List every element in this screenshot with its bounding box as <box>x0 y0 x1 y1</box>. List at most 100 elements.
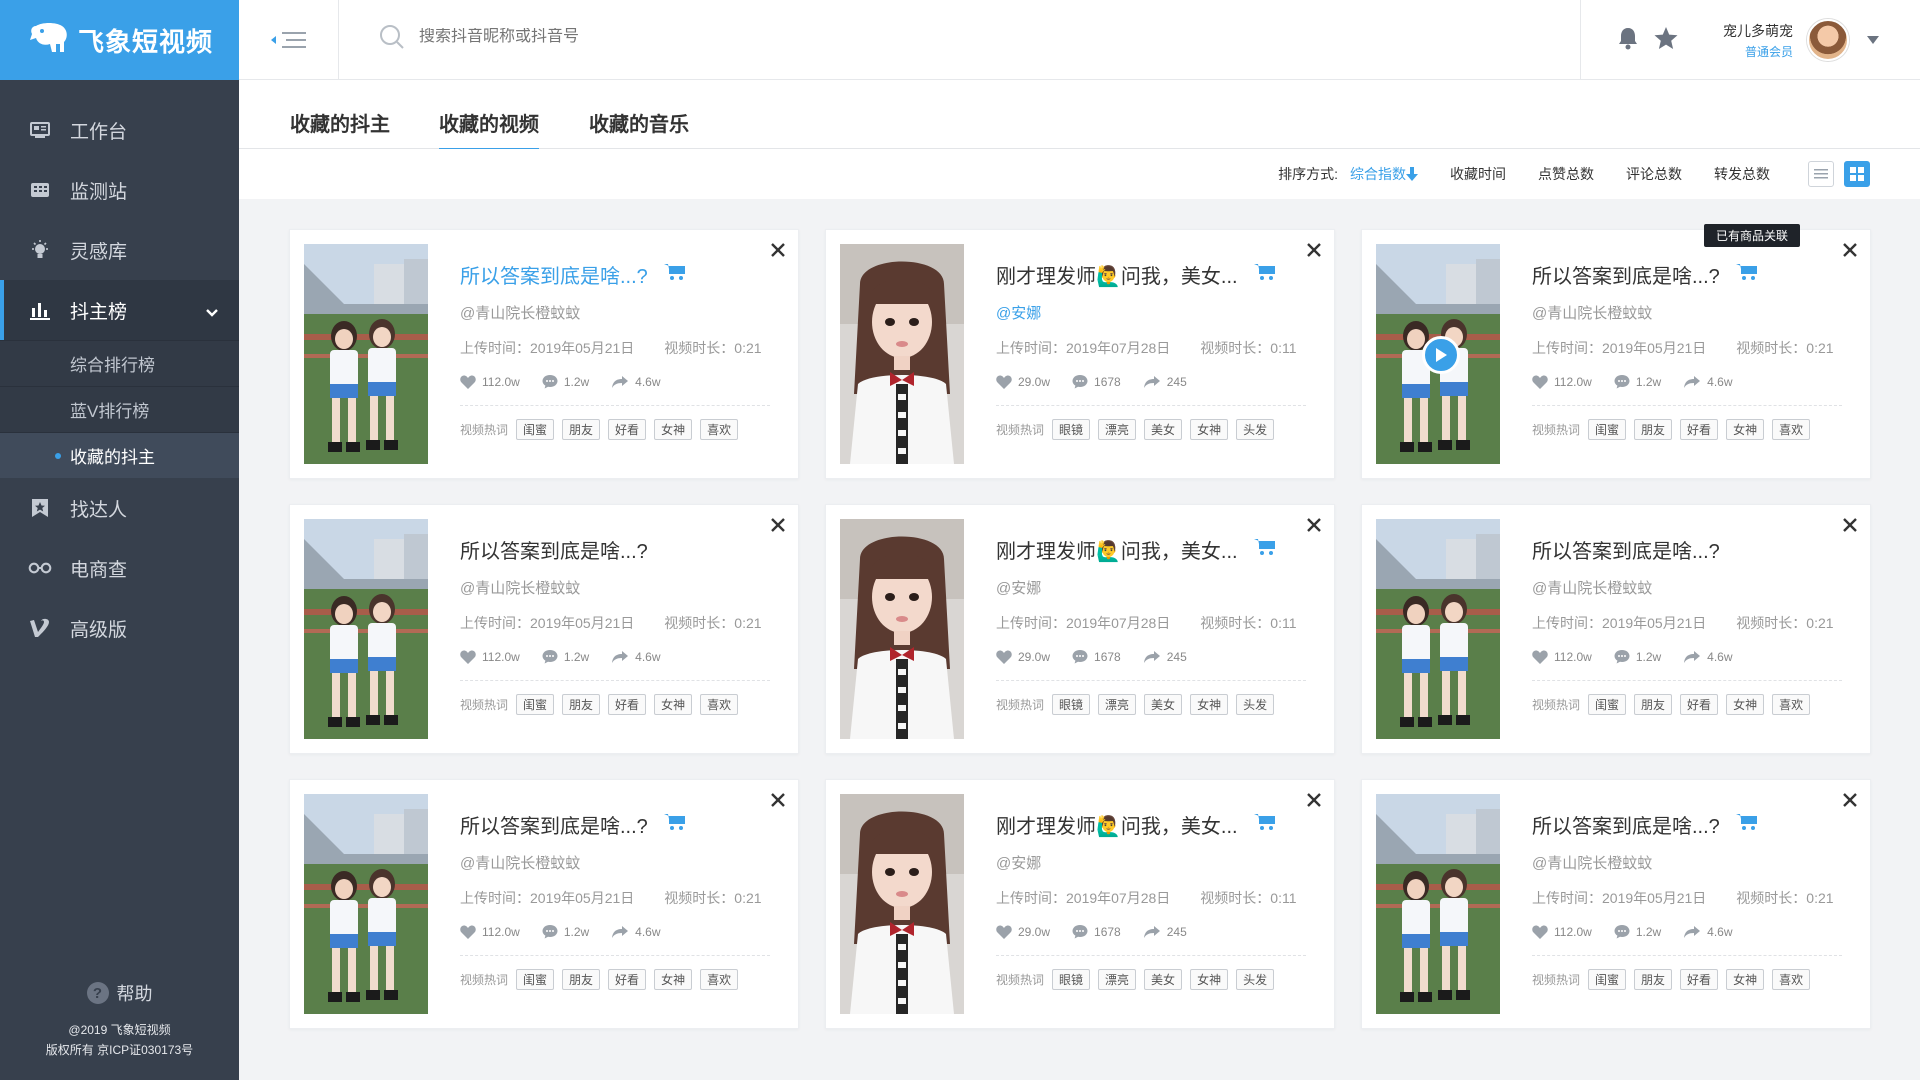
hot-word-tag[interactable]: 女神 <box>1190 969 1229 990</box>
grid-view-button[interactable] <box>1844 161 1870 187</box>
hot-word-tag[interactable]: 喜欢 <box>1772 419 1811 440</box>
hot-word-tag[interactable]: 朋友 <box>562 694 601 715</box>
sidebar-item-ranking[interactable]: 抖主榜 <box>0 280 239 340</box>
sort-option-composite[interactable]: 综合指数 <box>1350 164 1418 184</box>
hot-word-tag[interactable]: 喜欢 <box>700 694 739 715</box>
user-info[interactable]: 宠儿多萌宠 普通会员 <box>1723 21 1793 60</box>
hot-word-tag[interactable]: 喜欢 <box>700 419 739 440</box>
hot-word-tag[interactable]: 朋友 <box>1634 969 1673 990</box>
hot-word-tag[interactable]: 女神 <box>1726 694 1765 715</box>
remove-favorite-button[interactable] <box>770 240 786 262</box>
sidebar-subitem-bluev-rank[interactable]: 蓝V排行榜 <box>0 386 239 432</box>
hot-word-tag[interactable]: 女神 <box>1726 419 1765 440</box>
video-card[interactable]: 已有商品关联 所以答案到底是啥...? @青山院长橙蚊蚊 上传时间：2019年0… <box>1361 224 1871 479</box>
hot-word-tag[interactable]: 好看 <box>1680 419 1719 440</box>
video-title-row[interactable]: 刚才理发师🙋‍♂️问我，美女... <box>996 260 1306 289</box>
hot-word-tag[interactable]: 好看 <box>608 969 647 990</box>
hot-word-tag[interactable]: 女神 <box>1190 419 1229 440</box>
hot-word-tag[interactable]: 朋友 <box>562 969 601 990</box>
cart-icon[interactable] <box>1735 813 1758 837</box>
hot-word-tag[interactable]: 朋友 <box>1634 694 1673 715</box>
hot-word-tag[interactable]: 女神 <box>1190 694 1229 715</box>
hot-word-tag[interactable]: 美女 <box>1144 969 1183 990</box>
remove-favorite-button[interactable] <box>770 515 786 537</box>
search-input[interactable] <box>419 28 779 46</box>
hot-word-tag[interactable]: 漂亮 <box>1098 694 1137 715</box>
hot-word-tag[interactable]: 眼镜 <box>1052 419 1091 440</box>
menu-toggle-button[interactable] <box>239 0 339 80</box>
video-author[interactable]: @安娜 <box>996 302 1306 323</box>
sidebar-subitem-favorite-creators[interactable]: 收藏的抖主 <box>0 432 239 478</box>
hot-word-tag[interactable]: 好看 <box>1680 694 1719 715</box>
remove-favorite-button[interactable] <box>1842 790 1858 812</box>
video-thumbnail[interactable] <box>304 794 428 1014</box>
hot-word-tag[interactable]: 闺蜜 <box>516 969 555 990</box>
hot-word-tag[interactable]: 眼镜 <box>1052 969 1091 990</box>
video-author[interactable]: @青山院长橙蚊蚊 <box>460 302 770 323</box>
cart-icon[interactable] <box>1253 813 1276 837</box>
video-title-row[interactable]: 刚才理发师🙋‍♂️问我，美女... <box>996 810 1306 839</box>
video-author[interactable]: @青山院长橙蚊蚊 <box>460 852 770 873</box>
remove-favorite-button[interactable] <box>1306 240 1322 262</box>
video-author[interactable]: @青山院长橙蚊蚊 <box>1532 852 1842 873</box>
sidebar-item-workbench[interactable]: 工作台 <box>0 100 239 160</box>
video-thumbnail[interactable] <box>1376 244 1500 464</box>
remove-favorite-button[interactable] <box>1842 240 1858 262</box>
video-thumbnail[interactable] <box>1376 519 1500 739</box>
sort-option-likes[interactable]: 点赞总数 <box>1538 164 1594 184</box>
hot-word-tag[interactable]: 眼镜 <box>1052 694 1091 715</box>
hot-word-tag[interactable]: 美女 <box>1144 419 1183 440</box>
play-button[interactable] <box>1422 336 1460 374</box>
hot-word-tag[interactable]: 闺蜜 <box>1588 969 1627 990</box>
list-view-button[interactable] <box>1808 161 1834 187</box>
star-icon[interactable] <box>1653 26 1679 55</box>
help-link[interactable]: ? 帮助 <box>0 980 239 1006</box>
hot-word-tag[interactable]: 好看 <box>608 419 647 440</box>
video-card[interactable]: 所以答案到底是啥...? @青山院长橙蚊蚊 上传时间：2019年05月21日 视… <box>1361 779 1871 1029</box>
sidebar-item-inspiration[interactable]: 灵感库 <box>0 220 239 280</box>
hot-word-tag[interactable]: 闺蜜 <box>516 419 555 440</box>
video-thumbnail[interactable] <box>840 244 964 464</box>
avatar[interactable] <box>1807 19 1849 61</box>
remove-favorite-button[interactable] <box>1842 515 1858 537</box>
video-thumbnail[interactable] <box>840 794 964 1014</box>
hot-word-tag[interactable]: 好看 <box>1680 969 1719 990</box>
sidebar-item-monitor[interactable]: 监测站 <box>0 160 239 220</box>
video-author[interactable]: @青山院长橙蚊蚊 <box>1532 577 1842 598</box>
video-thumbnail[interactable] <box>304 519 428 739</box>
video-thumbnail[interactable] <box>304 244 428 464</box>
hot-word-tag[interactable]: 喜欢 <box>1772 694 1811 715</box>
video-author[interactable]: @安娜 <box>996 852 1306 873</box>
sidebar-item-premium[interactable]: 高级版 <box>0 598 239 658</box>
video-title-row[interactable]: 所以答案到底是啥...? <box>460 810 770 839</box>
hot-word-tag[interactable]: 喜欢 <box>1772 969 1811 990</box>
tab-favorite-creators[interactable]: 收藏的抖主 <box>290 108 390 137</box>
video-author[interactable]: @青山院长橙蚊蚊 <box>460 577 770 598</box>
cart-icon[interactable] <box>1253 263 1276 287</box>
hot-word-tag[interactable]: 女神 <box>654 969 693 990</box>
video-card[interactable]: 刚才理发师🙋‍♂️问我，美女... @安娜 上传时间：2019年07月28日 视… <box>825 504 1335 754</box>
video-title-row[interactable]: 所以答案到底是啥...? <box>460 535 770 564</box>
sidebar-item-ecommerce[interactable]: 电商查 <box>0 538 239 598</box>
cart-icon[interactable] <box>663 263 686 287</box>
hot-word-tag[interactable]: 头发 <box>1236 419 1275 440</box>
app-logo[interactable]: 飞象短视频 <box>0 0 239 80</box>
video-thumbnail[interactable] <box>840 519 964 739</box>
sort-option-shares[interactable]: 转发总数 <box>1714 164 1770 184</box>
hot-word-tag[interactable]: 女神 <box>654 694 693 715</box>
video-author[interactable]: @安娜 <box>996 577 1306 598</box>
bell-icon[interactable] <box>1617 26 1639 55</box>
cart-icon[interactable] <box>1253 538 1276 562</box>
hot-word-tag[interactable]: 喜欢 <box>700 969 739 990</box>
hot-word-tag[interactable]: 朋友 <box>562 419 601 440</box>
sort-option-comments[interactable]: 评论总数 <box>1626 164 1682 184</box>
hot-word-tag[interactable]: 闺蜜 <box>516 694 555 715</box>
hot-word-tag[interactable]: 头发 <box>1236 969 1275 990</box>
video-card[interactable]: 刚才理发师🙋‍♂️问我，美女... @安娜 上传时间：2019年07月28日 视… <box>825 779 1335 1029</box>
hot-word-tag[interactable]: 闺蜜 <box>1588 694 1627 715</box>
video-card[interactable]: 所以答案到底是啥...? @青山院长橙蚊蚊 上传时间：2019年05月21日 视… <box>289 504 799 754</box>
hot-word-tag[interactable]: 朋友 <box>1634 419 1673 440</box>
remove-favorite-button[interactable] <box>1306 515 1322 537</box>
video-title-row[interactable]: 所以答案到底是啥...? <box>460 260 770 289</box>
video-title-row[interactable]: 刚才理发师🙋‍♂️问我，美女... <box>996 535 1306 564</box>
